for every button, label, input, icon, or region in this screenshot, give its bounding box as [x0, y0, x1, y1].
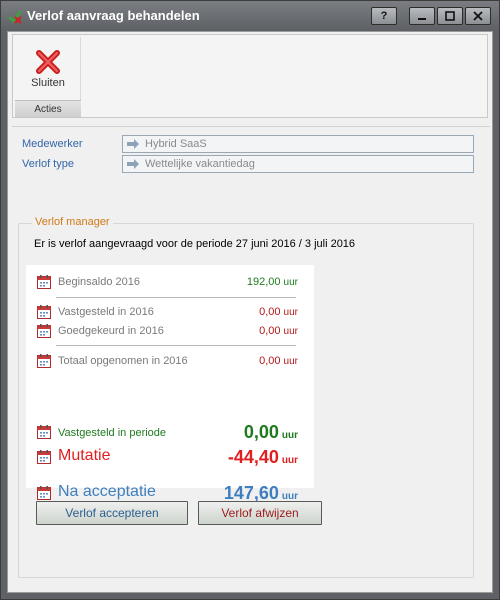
- arrow-right-icon: [127, 139, 139, 149]
- calendar-icon: [36, 304, 52, 320]
- close-window-button[interactable]: [465, 7, 491, 25]
- calendar-icon: [36, 323, 52, 339]
- row-mutatie: Mutatie -44,40 uur: [26, 445, 314, 471]
- vastgesteld-value: 0,00: [259, 306, 281, 318]
- mutatie-value-wrap: -44,40 uur: [228, 447, 298, 468]
- ribbon: Sluiten Acties: [12, 34, 488, 118]
- calendar-icon: [36, 274, 52, 290]
- beginsaldo-label: Beginsaldo 2016: [58, 276, 140, 288]
- vastgesteld-label: Vastgesteld in 2016: [58, 306, 154, 318]
- verlof-type-field[interactable]: Wettelijke vakantiedag: [122, 155, 474, 173]
- calendar-icon: [36, 353, 52, 369]
- verlof-manager-legend: Verlof manager: [32, 216, 113, 228]
- goedgekeurd-value: 0,00: [259, 325, 281, 337]
- maximize-icon: [445, 11, 455, 21]
- period-description: Er is verlof aangevraagd voor de periode…: [34, 238, 356, 250]
- beginsaldo-unit: uur: [283, 277, 298, 288]
- row-vastgesteld-periode: Vastgesteld in periode 0,00 uur: [26, 422, 314, 446]
- close-window-icon: [473, 11, 483, 21]
- divider: [12, 126, 490, 127]
- vastgesteld-periode-label: Vastgesteld in periode: [58, 427, 167, 439]
- mutatie-value: -44,40: [227, 447, 279, 467]
- accept-button[interactable]: Verlof accepteren: [36, 501, 188, 525]
- row-totaal-opgenomen: Totaal opgenomen in 2016 0,00 uur: [26, 352, 314, 372]
- vastgesteld-value-wrap: 0,00 uur: [259, 306, 298, 318]
- vastgesteld-unit: uur: [283, 307, 298, 318]
- vastgesteld-periode-value: 0,00: [243, 422, 279, 442]
- row-beginsaldo: Beginsaldo 2016 192,00 uur: [26, 273, 314, 293]
- calendar-icon: [36, 424, 52, 440]
- balance-card: Beginsaldo 2016 192,00 uur Vastgesteld in…: [26, 265, 314, 503]
- verlof-type-label: Verlof type: [22, 158, 74, 170]
- minimize-button[interactable]: [409, 7, 435, 25]
- beginsaldo-value-wrap: 192,00 uur: [247, 276, 298, 288]
- help-button[interactable]: ?: [371, 7, 397, 25]
- dialog-body: Sluiten Acties Medewerker Hybrid SaaS Ve…: [7, 31, 493, 593]
- medewerker-value: Hybrid SaaS: [145, 138, 207, 150]
- window: Verlof aanvraag behandelen ? Sluiten Act…: [0, 0, 500, 600]
- calendar-icon: [36, 485, 52, 501]
- medewerker-field[interactable]: Hybrid SaaS: [122, 135, 474, 153]
- totaal-opgenomen-label: Totaal opgenomen in 2016: [58, 355, 188, 367]
- verlof-type-value: Wettelijke vakantiedag: [145, 158, 255, 170]
- window-title: Verlof aanvraag behandelen: [27, 8, 200, 23]
- close-icon: [36, 50, 60, 74]
- sluiten-button[interactable]: Sluiten: [19, 41, 77, 97]
- reject-button[interactable]: Verlof afwijzen: [198, 501, 322, 525]
- arrow-right-icon: [127, 159, 139, 169]
- na-acceptatie-label: Na acceptatie: [58, 483, 156, 500]
- vastgesteld-periode-value-wrap: 0,00 uur: [244, 422, 298, 443]
- mutatie-label: Mutatie: [58, 447, 111, 464]
- mutatie-unit: uur: [281, 455, 298, 466]
- ribbon-group-label: Acties: [15, 100, 81, 117]
- app-icon: [8, 10, 22, 24]
- goedgekeurd-value-wrap: 0,00 uur: [259, 325, 298, 337]
- separator: [56, 297, 296, 298]
- vastgesteld-periode-unit: uur: [281, 430, 298, 441]
- na-acceptatie-value: 147,60: [223, 483, 279, 503]
- totaal-opgenomen-value: 0,00: [259, 355, 281, 367]
- totaal-opgenomen-value-wrap: 0,00 uur: [259, 355, 298, 367]
- goedgekeurd-label: Goedgekeurd in 2016: [58, 325, 164, 337]
- medewerker-label: Medewerker: [22, 138, 83, 150]
- goedgekeurd-unit: uur: [283, 326, 298, 337]
- minimize-icon: [418, 18, 426, 20]
- sluiten-label: Sluiten: [31, 77, 65, 89]
- maximize-button[interactable]: [437, 7, 463, 25]
- ribbon-group-acties: Sluiten Acties: [15, 37, 81, 117]
- separator: [56, 345, 296, 346]
- title-bar: Verlof aanvraag behandelen ?: [1, 1, 499, 31]
- row-vastgesteld: Vastgesteld in 2016 0,00 uur: [26, 303, 314, 323]
- calendar-icon: [36, 449, 52, 465]
- totaal-opgenomen-unit: uur: [283, 356, 298, 367]
- row-goedgekeurd: Goedgekeurd in 2016 0,00 uur: [26, 322, 314, 342]
- beginsaldo-value: 192,00: [246, 276, 281, 288]
